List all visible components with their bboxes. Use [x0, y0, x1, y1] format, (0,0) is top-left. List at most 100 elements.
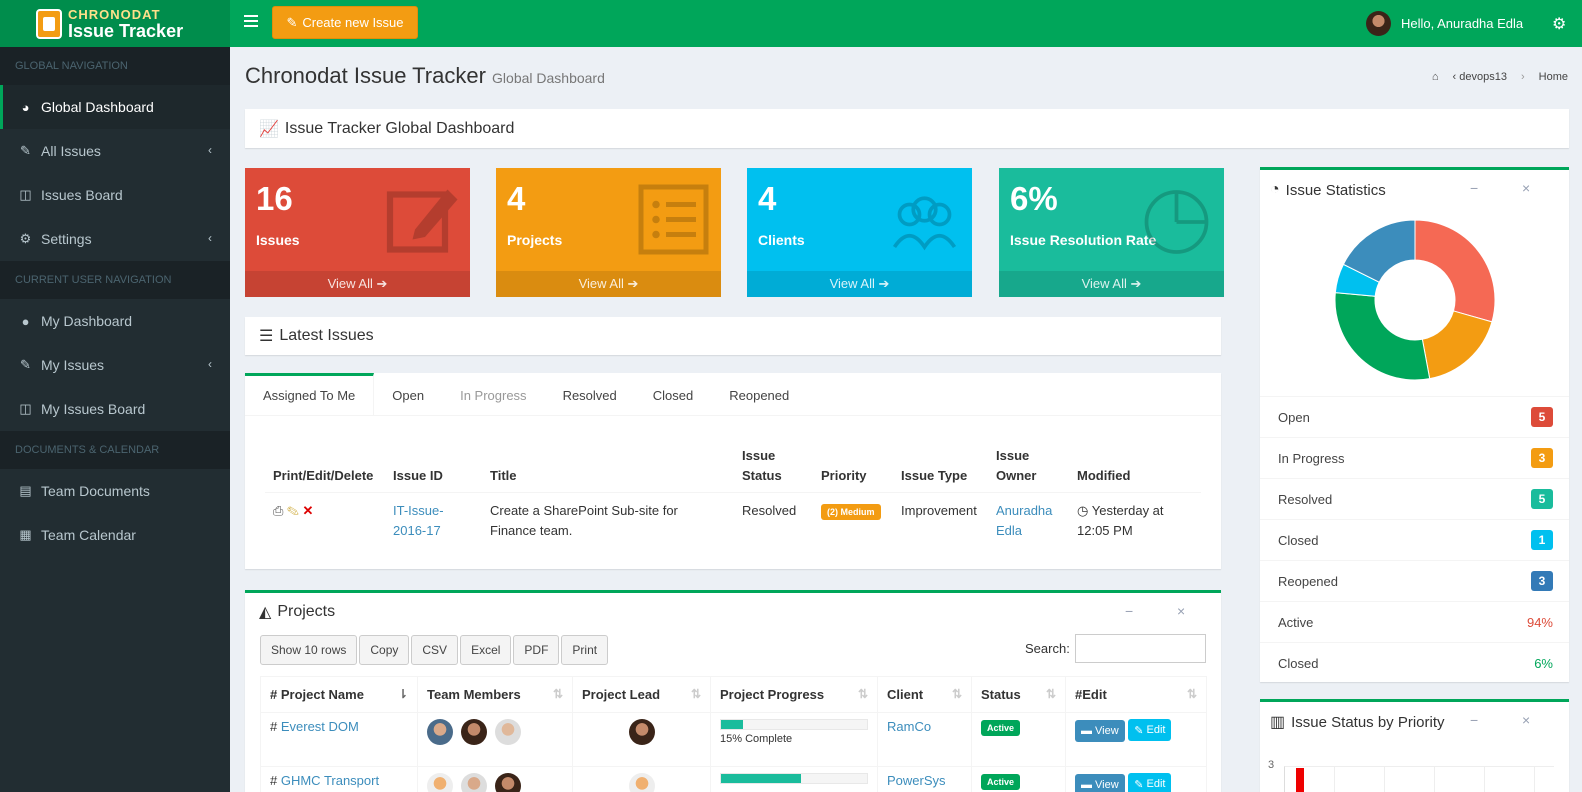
project-lead [572, 766, 711, 792]
avatar[interactable] [628, 719, 655, 745]
client-link[interactable]: RamCo [887, 719, 931, 734]
delete-icon[interactable]: ✕ [303, 503, 314, 518]
column-header[interactable]: #Edit ⇅ [1065, 676, 1207, 713]
gears-icon[interactable]: ⚙ [1552, 14, 1566, 34]
column-header[interactable]: Status ⇅ [971, 676, 1066, 713]
search-input[interactable] [1075, 634, 1206, 663]
tab-reopened[interactable]: Reopened [711, 373, 807, 415]
sidebar-item-team-calendar[interactable]: ▦ Team Calendar [0, 513, 230, 557]
user-menu[interactable]: Hello, Anuradha Edla [1366, 11, 1523, 36]
stat-row-reopened[interactable]: Reopened 3 [1260, 560, 1569, 601]
pdf-button[interactable]: PDF [513, 635, 560, 665]
tab-resolved[interactable]: Resolved [545, 373, 635, 415]
copy-button[interactable]: Copy [359, 635, 410, 665]
breadcrumb-separator: › [1520, 71, 1525, 83]
stat-row-active[interactable]: Active 94% [1260, 601, 1569, 642]
csv-button[interactable]: CSV [411, 635, 459, 665]
close-icon[interactable]: × [1522, 180, 1530, 196]
project-name-link[interactable]: GHMC Transport [281, 773, 379, 788]
summary-value: 4 [507, 180, 526, 217]
projects-panel: ◭ Projects − × Show 10 rows Copy CSV Exc… [245, 590, 1221, 792]
view-all-issues-link[interactable]: View All ➔ [245, 271, 470, 297]
avatar[interactable] [628, 773, 655, 792]
edit-button[interactable]: ✎ Edit [1128, 719, 1172, 741]
status-badge: Active [981, 774, 1021, 790]
column-header[interactable]: Team Members ⇅ [417, 676, 573, 713]
view-button[interactable]: ▬ View [1075, 773, 1125, 792]
stat-row-open[interactable]: Open 5 [1260, 396, 1569, 437]
issue-owner-link[interactable]: Anuradha Edla [996, 503, 1052, 538]
avatar[interactable] [427, 719, 453, 745]
stat-row-resolved[interactable]: Resolved 5 [1260, 478, 1569, 519]
tab-open[interactable]: Open [374, 373, 442, 415]
issues-summary-box: 16 Issues View All ➔ [245, 168, 470, 297]
edit-button[interactable]: ✎ Edit [1128, 773, 1172, 792]
issue-id-link[interactable]: IT-Issue-2016-17 [393, 503, 444, 538]
sidebar-item-label: My Issues Board [41, 401, 146, 417]
edit-icon[interactable]: ✎ [287, 503, 299, 518]
home-icon[interactable]: ⌂ [1432, 71, 1439, 83]
sidebar-item-my-issues-board[interactable]: ◫ My Issues Board [0, 387, 230, 431]
avatar[interactable] [461, 773, 487, 792]
tab-in-progress[interactable]: In Progress [442, 373, 544, 415]
sidebar-item-all-issues[interactable]: ✎ All Issues ‹ [0, 129, 230, 173]
view-all-resolution-link[interactable]: View All ➔ [999, 271, 1224, 297]
tab-closed[interactable]: Closed [635, 373, 711, 415]
sidebar-item-team-documents[interactable]: ▤ Team Documents [0, 469, 230, 513]
sidebar-header: CURRENT USER NAVIGATION [0, 261, 230, 299]
project-name-link[interactable]: Everest DOM [281, 719, 359, 734]
avatar[interactable] [495, 719, 521, 745]
excel-button[interactable]: Excel [460, 635, 512, 665]
view-all-projects-link[interactable]: View All ➔ [496, 271, 721, 297]
modified-text: Yesterday at 12:05 PM [1077, 503, 1164, 538]
stat-row-in-progress[interactable]: In Progress 3 [1260, 437, 1569, 478]
breadcrumb-item[interactable]: Home [1539, 71, 1568, 83]
sidebar-item-my-dashboard[interactable]: ● My Dashboard [0, 299, 230, 343]
view-button[interactable]: ▬ View [1075, 719, 1125, 742]
issue-type: Improvement [901, 503, 977, 518]
sidebar-item-settings[interactable]: ⚙ Settings ‹ [0, 217, 230, 261]
stat-row-closed-percent[interactable]: Closed 6% [1260, 642, 1569, 683]
column-header[interactable]: Client ⇅ [877, 676, 972, 713]
minimize-icon[interactable]: − [1125, 603, 1133, 619]
create-issue-button[interactable]: ✎ Create new Issue [272, 6, 418, 39]
client-link[interactable]: PowerSys [887, 773, 946, 788]
print-icon[interactable]: ⎙ [273, 503, 283, 518]
column-header[interactable]: Project Progress ⇅ [710, 676, 878, 713]
minimize-icon[interactable]: − [1470, 712, 1478, 728]
column-header: Issue Status [734, 440, 813, 493]
minimize-icon[interactable]: − [1470, 180, 1478, 196]
close-icon[interactable]: × [1177, 603, 1185, 619]
sidebar-item-issues-board[interactable]: ◫ Issues Board [0, 173, 230, 217]
sidebar-item-global-dashboard[interactable]: ◕ Global Dashboard [0, 85, 230, 129]
app-logo[interactable]: CHRONODAT Issue Tracker [0, 0, 230, 47]
sidebar-toggle-icon[interactable] [244, 15, 258, 27]
view-all-label: View All [578, 276, 624, 291]
progress-fill [721, 774, 802, 783]
view-all-label: View All [1081, 276, 1127, 291]
view-all-label: View All [829, 276, 875, 291]
tab-assigned-to-me[interactable]: Assigned To Me [245, 373, 375, 415]
breadcrumb-item[interactable]: ‹ devops13 [1453, 71, 1507, 83]
edit-icon [386, 189, 458, 253]
column-header[interactable]: # Project Name ⇂ [260, 676, 418, 713]
avatar[interactable] [427, 773, 453, 792]
chevron-left-icon: ‹ [208, 357, 212, 371]
donut-slice-in-progress[interactable] [1421, 310, 1493, 380]
avatar[interactable] [495, 773, 521, 792]
table-row: # Everest DOM 15% Complete RamCo Active [260, 712, 1207, 767]
donut-slice-open[interactable] [1414, 219, 1496, 323]
donut-slice-resolved[interactable] [1334, 292, 1431, 381]
latest-issues-panel: Assigned To Me Open In Progress Resolved… [245, 373, 1221, 569]
avatar[interactable] [461, 719, 487, 745]
sidebar-item-my-issues[interactable]: ✎ My Issues ‹ [0, 343, 230, 387]
column-header[interactable]: Project Lead ⇅ [572, 676, 711, 713]
sort-icon: ⇅ [951, 687, 962, 701]
show-rows-button[interactable]: Show 10 rows [260, 635, 358, 665]
stat-row-closed[interactable]: Closed 1 [1260, 519, 1569, 560]
view-all-clients-link[interactable]: View All ➔ [747, 271, 972, 297]
top-navbar: CHRONODAT Issue Tracker ✎ Create new Iss… [0, 0, 1582, 47]
close-icon[interactable]: × [1522, 712, 1530, 728]
edit-label: Edit [1146, 724, 1166, 736]
print-button[interactable]: Print [561, 635, 609, 665]
